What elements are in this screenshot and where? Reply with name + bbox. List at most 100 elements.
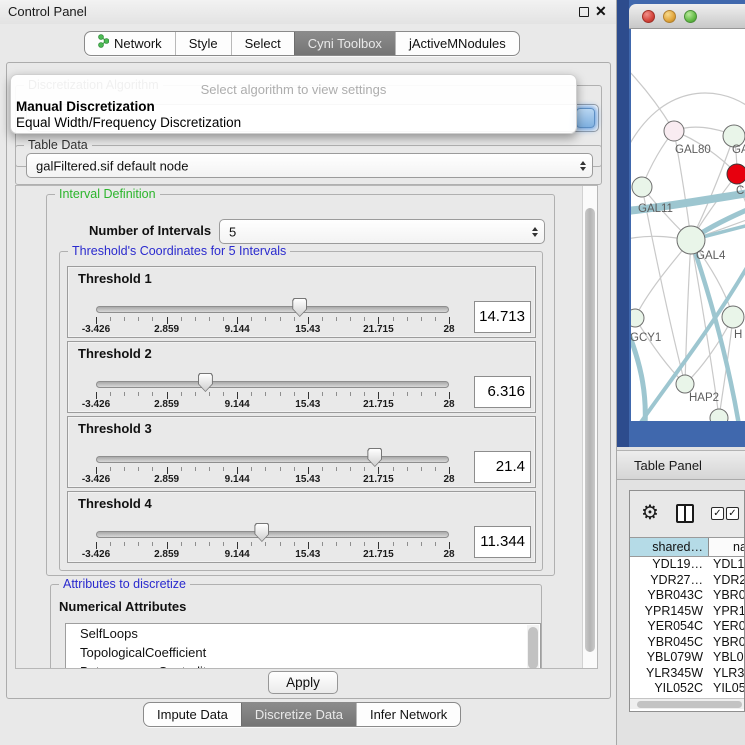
cell-name[interactable]: YER05 xyxy=(709,619,744,635)
thresholds-group-title: Threshold's Coordinates for 5 Intervals xyxy=(68,244,290,258)
tab-style[interactable]: Style xyxy=(175,32,231,55)
scrollbar-thumb[interactable] xyxy=(637,701,742,708)
cell-shared-name[interactable]: YBL079W xyxy=(630,650,709,666)
algorithm-placeholder-item[interactable]: Select algorithm to view settings xyxy=(11,82,576,97)
cell-name[interactable]: YPR14 xyxy=(709,604,744,620)
list-scrollbar[interactable] xyxy=(527,625,539,669)
cell-shared-name[interactable]: YIL052C xyxy=(630,681,709,697)
edge-node[interactable] xyxy=(710,409,728,421)
table-row[interactable]: YPR145WYPR14 xyxy=(630,604,744,620)
cell-shared-name[interactable]: YBR043C xyxy=(630,588,709,604)
slider-thumb[interactable] xyxy=(367,448,382,467)
apply-button[interactable]: Apply xyxy=(268,671,338,694)
table-data-combobox[interactable]: galFiltered.sif default node xyxy=(26,153,593,178)
network-view-window: GAL80GAGAL11CGAL4GCY1HHAP2 xyxy=(629,0,745,447)
interval-definition-title: Interval Definition xyxy=(55,187,160,201)
tab-discretize-data[interactable]: Discretize Data xyxy=(241,703,356,726)
threshold-4-value-field[interactable]: 11.344 xyxy=(474,526,531,558)
slider-track[interactable] xyxy=(96,531,449,538)
tab-jactivemnodules[interactable]: jActiveMNodules xyxy=(395,32,519,55)
hap2-node[interactable] xyxy=(676,375,694,393)
close-icon[interactable]: ✕ xyxy=(595,3,607,20)
tab-impute-data[interactable]: Impute Data xyxy=(144,703,241,726)
scrollbar-thumb[interactable] xyxy=(585,208,595,652)
node-label-c: C xyxy=(736,185,744,197)
settings-scrollbar[interactable] xyxy=(582,186,597,668)
tab-infer-network[interactable]: Infer Network xyxy=(356,703,460,726)
table-row[interactable]: YBL079WYBL07 xyxy=(630,650,744,666)
slider-thumb[interactable] xyxy=(198,373,213,392)
tab-label: Style xyxy=(189,32,218,55)
tab-cyni-toolbox[interactable]: Cyni Toolbox xyxy=(294,32,395,55)
gal11-node[interactable] xyxy=(632,177,652,197)
slider-track[interactable] xyxy=(96,456,449,463)
slider-thumb[interactable] xyxy=(292,298,307,317)
slider-track[interactable] xyxy=(96,306,449,313)
table-column-header[interactable]: shared… name xyxy=(630,537,744,557)
slider-track[interactable] xyxy=(96,381,449,388)
attribute-item[interactable]: TopologicalCoefficient xyxy=(66,643,540,662)
zoom-traffic-light-icon[interactable] xyxy=(684,10,697,23)
attribute-item[interactable]: BetweennessCentrality xyxy=(66,662,540,669)
table-row[interactable]: YIL052CYIL05 xyxy=(630,681,744,697)
cell-name[interactable]: YDL19 xyxy=(709,557,744,573)
table-row[interactable]: YBR045CYBR04 xyxy=(630,635,744,651)
cell-shared-name[interactable]: YDR27… xyxy=(630,573,709,589)
network-edge[interactable] xyxy=(631,69,674,131)
settings-scroll-area: Interval Definition Number of Intervals … xyxy=(15,185,598,669)
checkbox-icon[interactable]: ✓ xyxy=(726,507,739,520)
top-tab-bar: Network Style SelectCyni ToolboxjActiveMNo… xyxy=(84,31,520,56)
threshold-4-panel: Threshold 4 11.344 -3.4262.8599.14415.43… xyxy=(67,491,536,563)
checkbox-icon[interactable]: ✓ xyxy=(711,507,724,520)
thresholds-group: Threshold's Coordinates for 5 Intervals … xyxy=(59,251,543,571)
number-of-intervals-combobox[interactable]: 5 xyxy=(219,219,545,244)
table-data-value: galFiltered.sif default node xyxy=(36,158,188,173)
threshold-2-label: Threshold 2 xyxy=(78,346,152,361)
network-canvas[interactable]: GAL80GAGAL11CGAL4GCY1HHAP2 xyxy=(631,29,745,421)
h-node[interactable] xyxy=(722,306,744,328)
slider-thumb[interactable] xyxy=(254,523,269,542)
cell-name[interactable]: YLR34 xyxy=(709,666,744,682)
combobox-stepper-icon[interactable] xyxy=(576,108,595,128)
node-label-ga: GA xyxy=(732,144,745,156)
network-window-titlebar[interactable] xyxy=(629,4,745,29)
cell-shared-name[interactable]: YLR345W xyxy=(630,666,709,682)
cell-shared-name[interactable]: YDL19… xyxy=(630,557,709,573)
table-row[interactable]: YBR043CYBR04 xyxy=(630,588,744,604)
pink-node[interactable] xyxy=(664,121,684,141)
cell-name[interactable]: YIL05 xyxy=(709,681,744,697)
table-row[interactable]: YER054CYER05 xyxy=(630,619,744,635)
attributes-list[interactable]: SelfLoopsTopologicalCoefficientBetweenne… xyxy=(65,623,541,669)
cell-shared-name[interactable]: YPR145W xyxy=(630,604,709,620)
minimize-traffic-light-icon[interactable] xyxy=(663,10,676,23)
float-window-icon[interactable] xyxy=(579,7,589,17)
cell-shared-name[interactable]: YER054C xyxy=(630,619,709,635)
cell-shared-name[interactable]: YBR045C xyxy=(630,635,709,651)
split-columns-icon[interactable] xyxy=(676,504,694,523)
column-header-shared-name[interactable]: shared… xyxy=(630,538,709,556)
tab-network[interactable]: Network xyxy=(85,32,175,55)
cell-name[interactable]: YBR04 xyxy=(709,588,744,604)
red-node[interactable] xyxy=(727,164,745,184)
table-row[interactable]: YDR27…YDR27 xyxy=(630,573,744,589)
algorithm-item-equal-width[interactable]: Equal Width/Frequency Discretization xyxy=(16,115,241,130)
attribute-item[interactable]: SelfLoops xyxy=(66,624,540,643)
cell-name[interactable]: YDR27 xyxy=(709,573,744,589)
close-traffic-light-icon[interactable] xyxy=(642,10,655,23)
column-header-name[interactable]: name xyxy=(709,538,744,556)
network-edge[interactable] xyxy=(642,187,685,384)
threshold-2-value-field[interactable]: 6.316 xyxy=(474,376,531,408)
settings-gear-icon[interactable]: ⚙ xyxy=(641,500,659,525)
threshold-1-value-field[interactable]: 14.713 xyxy=(474,301,531,333)
content-frame: Discretization Algorithm Table Data galF… xyxy=(6,62,611,699)
table-panel-content: ⚙ ✓ ✓ shared… name YDL19…YDL19YDR27…YDR2… xyxy=(629,490,745,712)
cell-name[interactable]: YBR04 xyxy=(709,635,744,651)
threshold-3-value-field[interactable]: 21.4 xyxy=(474,451,531,483)
table-row[interactable]: YDL19…YDL19 xyxy=(630,557,744,573)
table-row[interactable]: YLR345WYLR34 xyxy=(630,666,744,682)
tab-select[interactable]: Select xyxy=(231,32,294,55)
cell-name[interactable]: YBL07 xyxy=(709,650,744,666)
table-horizontal-scrollbar[interactable] xyxy=(630,698,744,709)
gcy1-node[interactable] xyxy=(631,309,644,327)
algorithm-item-manual[interactable]: Manual Discretization xyxy=(16,99,155,114)
